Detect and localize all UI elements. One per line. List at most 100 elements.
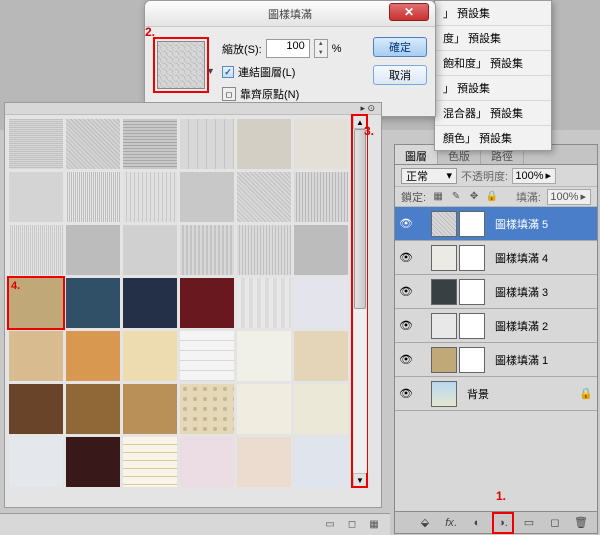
pattern-swatch[interactable] [8,383,64,435]
blend-mode-select[interactable]: 正常▾ [401,168,457,184]
pattern-swatch[interactable] [65,224,121,276]
layer-row[interactable]: 👁背景🔒 [395,377,597,411]
visibility-icon[interactable]: 👁 [399,217,413,231]
pattern-swatch[interactable] [293,224,349,276]
visibility-icon[interactable]: 👁 [399,285,413,299]
pattern-swatch[interactable] [236,383,292,435]
layer-name: 圖樣填滿 4 [495,250,548,266]
pattern-swatch[interactable] [122,436,178,487]
snap-origin-icon[interactable]: ◻ [222,87,236,101]
pattern-swatch[interactable] [65,118,121,170]
scroll-thumb[interactable] [354,129,366,309]
pattern-swatch[interactable] [8,436,64,487]
pattern-swatch[interactable] [65,171,121,223]
tab-layers[interactable]: 圖層 [395,145,438,164]
pattern-swatch[interactable] [293,330,349,382]
pattern-swatch[interactable] [179,118,235,170]
pattern-swatch[interactable] [122,118,178,170]
pattern-swatch[interactable] [122,330,178,382]
pattern-swatch[interactable] [8,224,64,276]
lock-label: 鎖定: [401,189,426,205]
pattern-swatch[interactable] [236,330,292,382]
menu-item[interactable]: 」 預設集 [435,75,551,100]
dialog-titlebar[interactable]: 圖樣填滿 ✕ [145,1,435,27]
status-icon[interactable]: ▭ [324,519,336,531]
pattern-swatch[interactable] [8,118,64,170]
menu-item[interactable]: 顏色」 預設集 [435,125,551,150]
percent-label: % [332,43,342,55]
flyout-icon[interactable]: ▸ ⊙ [360,103,375,114]
link-layers-label: 連結圖層(L) [238,64,295,80]
pattern-swatch[interactable] [179,383,235,435]
fill-input[interactable]: 100%▸ [547,189,591,205]
menu-item[interactable]: 度」 預設集 [435,25,551,50]
link-icon[interactable]: ⬙ [417,515,433,531]
layer-row[interactable]: 👁 圖樣填滿 4 [395,241,597,275]
pattern-swatch[interactable] [179,224,235,276]
pattern-swatch[interactable] [236,171,292,223]
trash-icon[interactable]: 🗑 [573,515,589,531]
cancel-button[interactable]: 取消 [373,65,427,85]
pattern-swatch[interactable] [65,330,121,382]
menu-item[interactable]: 混合器」 預設集 [435,100,551,125]
status-icon[interactable]: ◻ [346,519,358,531]
pattern-swatch[interactable] [293,277,349,329]
pattern-swatch[interactable] [122,171,178,223]
link-layers-checkbox[interactable]: ✓ [222,66,234,78]
pattern-swatch[interactable] [65,277,121,329]
scroll-down-icon[interactable]: ▼ [353,473,367,487]
preset-menu[interactable]: 」 預設集 度」 預設集 飽和度」 預設集 」 預設集 混合器」 預設集 顏色」… [434,0,552,151]
picker-scrollbar[interactable]: ▲ ▼ [352,115,367,487]
opacity-input[interactable]: 100%▸ [512,168,556,184]
pattern-swatch[interactable] [179,277,235,329]
status-icon[interactable]: ▦ [368,519,380,531]
fx-icon[interactable]: fx. [443,515,459,531]
menu-item[interactable]: 」 預設集 [435,1,551,25]
layer-row[interactable]: 👁 圖樣填滿 2 [395,309,597,343]
pattern-swatch[interactable] [236,277,292,329]
layer-row[interactable]: 👁圖樣填滿 3 [395,275,597,309]
pattern-swatch[interactable] [293,383,349,435]
pattern-swatch[interactable] [65,436,121,487]
lock-transparency-icon[interactable]: ▦ [432,191,444,203]
pattern-swatch[interactable] [122,383,178,435]
chevron-down-icon[interactable]: ▼ [206,66,216,76]
pattern-swatch[interactable] [179,171,235,223]
mask-icon[interactable]: ◐ [469,515,485,531]
scale-spinner[interactable]: ▲▼ [314,39,328,58]
pattern-swatch[interactable] [122,224,178,276]
pattern-swatch[interactable] [179,330,235,382]
adjustment-layer-icon[interactable]: ◑. [495,515,511,531]
pattern-swatch[interactable] [179,436,235,487]
new-layer-icon[interactable]: ◻ [547,515,563,531]
scale-input[interactable]: 100 [266,39,310,58]
lock-all-icon[interactable]: 🔒 [486,191,498,203]
pattern-swatch[interactable] [236,118,292,170]
pattern-swatch[interactable] [8,171,64,223]
visibility-icon[interactable]: 👁 [399,353,413,367]
menu-item[interactable]: 飽和度」 預設集 [435,50,551,75]
ok-button[interactable]: 確定 [373,37,427,57]
pattern-picker: ▸ ⊙ 4. ▲ ▼ [4,102,382,508]
pattern-swatch[interactable]: 4. [8,277,64,329]
pattern-swatch[interactable] [236,436,292,487]
close-button[interactable]: ✕ [389,3,429,21]
visibility-icon[interactable]: 👁 [399,251,413,265]
layer-row[interactable]: 👁圖樣填滿 1 [395,343,597,377]
pattern-swatch[interactable] [293,118,349,170]
visibility-icon[interactable]: 👁 [399,319,413,333]
pattern-swatch[interactable] [8,330,64,382]
pattern-swatch[interactable] [122,277,178,329]
lock-move-icon[interactable]: ✥ [468,191,480,203]
visibility-icon[interactable]: 👁 [399,387,413,401]
layer-name: 背景 [467,386,489,402]
pattern-swatch[interactable] [65,383,121,435]
pattern-swatch[interactable] [293,171,349,223]
lock-brush-icon[interactable]: ✎ [450,191,462,203]
layer-row[interactable]: 👁圖樣填滿 5 [395,207,597,241]
pattern-swatch[interactable] [236,224,292,276]
folder-icon[interactable]: ▭ [521,515,537,531]
layer-name: 圖樣填滿 2 [495,318,548,334]
pattern-swatch-dropdown[interactable] [153,37,209,93]
pattern-swatch[interactable] [293,436,349,487]
